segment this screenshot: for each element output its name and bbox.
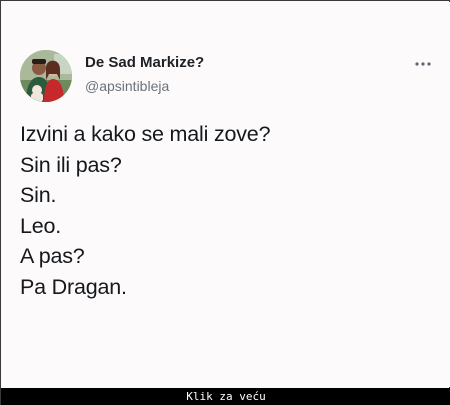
- image-frame: De Sad Markize? @apsintibleja Izvini a k…: [0, 0, 450, 405]
- tweet-text-line: Pa Dragan.: [20, 274, 127, 299]
- display-name[interactable]: De Sad Markize?: [85, 54, 204, 71]
- view-larger-link[interactable]: Klik za veću: [1, 388, 450, 405]
- tweet-text-line: Leo.: [20, 213, 62, 238]
- tweet-card: De Sad Markize? @apsintibleja Izvini a k…: [2, 2, 450, 387]
- user-handle[interactable]: @apsintibleja: [85, 78, 169, 94]
- tweet-text-line: A pas?: [20, 244, 85, 268]
- tweet-text-line: Sin.: [20, 183, 57, 207]
- tweet-text-line: Izvini a kako se mali zove?: [20, 122, 271, 146]
- more-options-icon[interactable]: [414, 56, 432, 66]
- avatar[interactable]: [20, 50, 72, 102]
- profile-photo-icon: [20, 50, 72, 102]
- tweet-text: Izvini a kako se mali zove? Sin ili pas?…: [20, 119, 430, 302]
- tweet-text-line: Sin ili pas?: [20, 152, 122, 177]
- footer-bar: Klik za veću: [1, 388, 450, 405]
